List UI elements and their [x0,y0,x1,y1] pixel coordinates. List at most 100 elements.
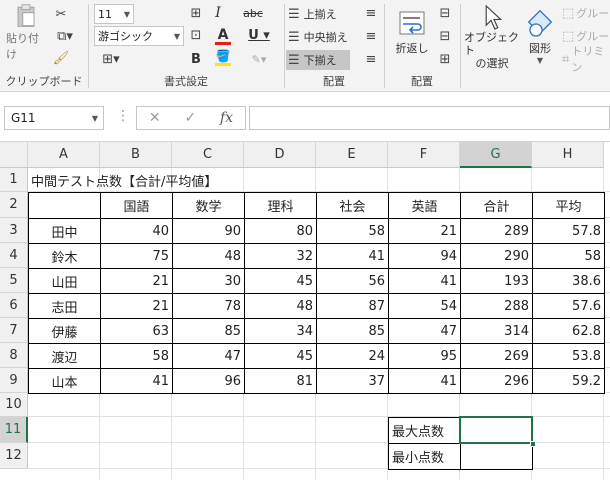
table-header-cell[interactable] [28,192,101,219]
table-value-cell[interactable]: 41 [388,268,461,294]
table-value-cell[interactable]: 193 [460,268,533,294]
min-value-cell[interactable] [460,443,533,470]
table-value-cell[interactable]: 58 [316,218,389,244]
table-value-cell[interactable]: 21 [100,293,173,319]
clear-format-button[interactable]: ✎▾ [244,50,274,68]
table-value-cell[interactable]: 54 [388,293,461,319]
table-value-cell[interactable]: 47 [388,318,461,344]
fill-handle[interactable] [530,441,536,447]
row-header-5[interactable]: 5 [0,268,28,293]
align-right-button[interactable]: ≡ [362,50,380,68]
indent-button[interactable]: ⊟ [436,27,454,45]
row-header-12[interactable]: 12 [0,443,28,469]
row-header-9[interactable]: 9 [0,368,28,393]
name-box[interactable]: G11 ▼ [4,106,104,130]
cut-button[interactable]: ✂ [50,4,72,24]
select-objects-button[interactable]: オブジェクト の選択 [464,4,520,70]
table-value-cell[interactable]: 57.6 [532,293,605,319]
active-cell-selection[interactable] [459,416,533,444]
row-header-7[interactable]: 7 [0,318,28,343]
row-header-6[interactable]: 6 [0,293,28,318]
merge-button[interactable]: ⊟ [436,4,454,22]
row-header-8[interactable]: 8 [0,343,28,368]
table-value-cell[interactable]: 62.8 [532,318,605,344]
select-all-corner[interactable] [0,142,28,168]
table-value-cell[interactable]: 40 [100,218,173,244]
table-value-cell[interactable]: 95 [388,343,461,369]
column-header-g[interactable]: G [460,142,532,168]
table-value-cell[interactable]: 41 [316,243,389,269]
paste-button[interactable]: 貼り付け [6,4,46,62]
table-value-cell[interactable]: 75 [100,243,173,269]
shapes-button[interactable]: 図形 ▼ [522,4,558,70]
table-value-cell[interactable]: 96 [172,368,245,394]
table-value-cell[interactable]: 269 [460,343,533,369]
table-value-cell[interactable]: 57.8 [532,218,605,244]
align-center-button[interactable]: ≡ [362,27,380,45]
table-value-cell[interactable]: 58 [532,243,605,269]
table-name-cell[interactable]: 山田 [28,268,101,294]
table-value-cell[interactable]: 296 [460,368,533,394]
borders-button[interactable]: ⊞▾ [96,50,126,68]
table-value-cell[interactable]: 48 [172,243,245,269]
table-header-cell[interactable]: 理科 [244,192,317,219]
strikethrough-button[interactable]: abc [240,4,266,22]
row-header-2[interactable]: 2 [0,192,28,218]
column-header-d[interactable]: D [244,142,316,168]
border-grid-button[interactable]: ⊞ [186,4,206,22]
table-value-cell[interactable]: 290 [460,243,533,269]
table-value-cell[interactable]: 48 [244,293,317,319]
table-name-cell[interactable]: 渡辺 [28,343,101,369]
max-label-cell[interactable]: 最大点数 [388,417,461,444]
table-name-cell[interactable]: 伊藤 [28,318,101,344]
table-value-cell[interactable]: 21 [100,268,173,294]
table-value-cell[interactable]: 24 [316,343,389,369]
column-header-f[interactable]: F [388,142,460,168]
align-middle-button[interactable]: ☰ 中央揃え [288,27,356,47]
orientation-button[interactable]: ⊞ [436,50,454,68]
align-bottom-button[interactable]: ☰ 下揃え [286,50,350,70]
table-value-cell[interactable]: 41 [388,368,461,394]
group-button-1[interactable]: ⬚ グルー [562,4,610,22]
table-value-cell[interactable]: 32 [244,243,317,269]
align-top-button[interactable]: ☰ 上揃え [288,4,352,24]
cancel-icon[interactable]: ✕ [149,110,161,126]
table-header-cell[interactable]: 合計 [460,192,533,219]
row-header-4[interactable]: 4 [0,243,28,268]
table-value-cell[interactable]: 80 [244,218,317,244]
row-header-1[interactable]: 1 [0,168,28,192]
trim-button[interactable]: ⌗ トリミン [562,45,610,74]
formula-input[interactable] [249,106,610,130]
insert-function-icon[interactable]: fx [220,110,233,126]
table-value-cell[interactable]: 78 [172,293,245,319]
table-value-cell[interactable]: 47 [172,343,245,369]
format-painter-button[interactable]: 🖌 [50,48,72,68]
font-size-select[interactable]: 11 ▼ [94,4,134,24]
font-color-button[interactable]: A [208,26,238,46]
font-name-select[interactable]: 游ゴシック ▼ [94,26,184,46]
table-value-cell[interactable]: 53.8 [532,343,605,369]
table-name-cell[interactable]: 田中 [28,218,101,244]
bold-button[interactable]: B [186,50,206,68]
table-value-cell[interactable]: 21 [388,218,461,244]
table-value-cell[interactable]: 314 [460,318,533,344]
table-value-cell[interactable]: 85 [316,318,389,344]
table-name-cell[interactable]: 山本 [28,368,101,394]
table-value-cell[interactable]: 289 [460,218,533,244]
table-header-cell[interactable]: 社会 [316,192,389,219]
wrap-text-button[interactable]: 折返し [390,4,434,60]
table-value-cell[interactable]: 34 [244,318,317,344]
table-value-cell[interactable]: 58 [100,343,173,369]
table-value-cell[interactable]: 41 [100,368,173,394]
min-label-cell[interactable]: 最小点数 [388,443,461,470]
table-value-cell[interactable]: 59.2 [532,368,605,394]
row-header-11[interactable]: 11 [0,417,28,443]
table-header-cell[interactable]: 平均 [532,192,605,219]
column-header-a[interactable]: A [28,142,100,168]
column-header-e[interactable]: E [316,142,388,168]
italic-button[interactable]: I [208,4,228,22]
table-value-cell[interactable]: 85 [172,318,245,344]
table-value-cell[interactable]: 288 [460,293,533,319]
table-value-cell[interactable]: 37 [316,368,389,394]
underline-button[interactable]: U ▾ [244,26,274,44]
